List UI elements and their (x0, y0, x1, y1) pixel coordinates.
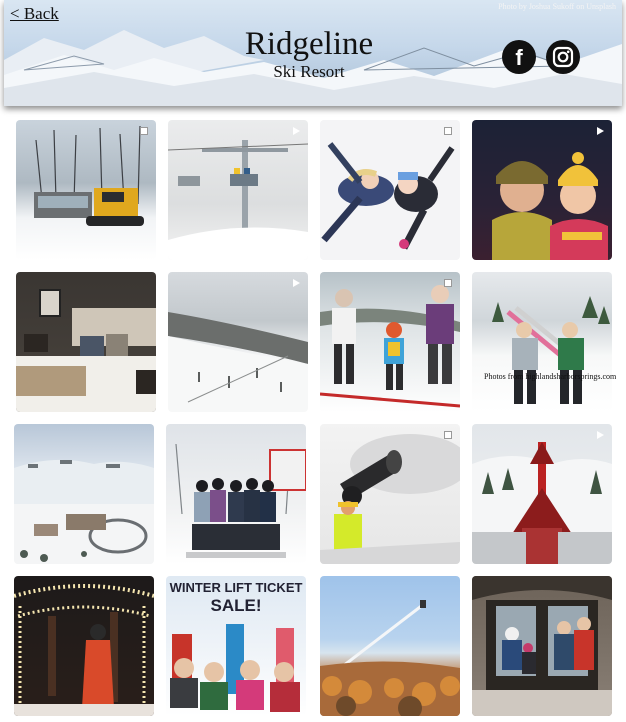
header-banner: < Back Photo by Joshua Sukoff on Unsplas… (4, 0, 622, 106)
snow-angels-photo (321, 142, 455, 250)
gallery-tile-ski-slope[interactable] (168, 272, 308, 412)
ski-slope-photo (168, 312, 308, 412)
instagram-icon (552, 46, 574, 68)
multi-photo-icon (444, 431, 452, 439)
video-icon (597, 127, 604, 135)
gallery-tile-snow-angels[interactable] (320, 120, 460, 260)
gallery-tile-snowcat[interactable] (16, 120, 156, 260)
back-link[interactable]: < Back (10, 4, 59, 24)
snowcat-photo (34, 125, 144, 226)
gallery-tile-chairlift[interactable] (168, 120, 308, 260)
gallery-tile-night-kids[interactable] (472, 120, 612, 260)
gallery-tile-snow-gun[interactable] (320, 424, 460, 564)
group-snowboard-photo (175, 443, 306, 558)
video-icon (293, 279, 300, 287)
facebook-button[interactable]: f (502, 40, 536, 74)
two-skiers-photo (492, 296, 610, 404)
chapel-photo (472, 442, 612, 564)
gallery-tile-lift-ticket-sale[interactable]: WINTER LIFT TICKET SALE! (166, 576, 306, 716)
snow-gun-photo (320, 434, 460, 564)
resort-aerial-photo (14, 459, 154, 564)
hotel-room-photo (16, 289, 156, 412)
multi-photo-icon (444, 279, 452, 287)
photo-credit: Photo by Joshua Sukoff on Unsplash (498, 2, 616, 11)
gallery-tile-resort-aerial[interactable] (14, 424, 154, 564)
lights-walk-photo (14, 584, 154, 716)
night-kids-photo (492, 152, 608, 260)
gallery-tile-two-skiers[interactable] (472, 272, 612, 412)
svg-text:f: f (515, 45, 523, 70)
gallery-tile-hotel-room[interactable] (16, 272, 156, 412)
facebook-icon: f (515, 45, 523, 70)
gallery-tile-lights-walk[interactable] (14, 576, 154, 716)
autumn-snowmaking-photo (320, 600, 460, 716)
video-icon (597, 431, 604, 439)
multi-photo-icon (444, 127, 452, 135)
gallery-tile-group-snowboard[interactable] (166, 424, 306, 564)
video-icon (293, 127, 300, 135)
gallery-tile-family-skiing[interactable] (320, 272, 460, 412)
photos-credit: Photos from highlandsharborsprings.com (484, 372, 617, 381)
instagram-button[interactable] (546, 40, 580, 74)
lodge-entrance-photo (472, 576, 612, 716)
photo-gallery: Photos from highlandsharborsprings.com W… (0, 114, 626, 722)
multi-photo-icon (140, 127, 148, 135)
lift-ticket-sale-photo (170, 624, 300, 712)
gallery-tile-lodge-entrance[interactable] (472, 576, 612, 716)
gallery-tile-chapel[interactable] (472, 424, 612, 564)
chairlift-photo (168, 140, 308, 260)
family-skiing-photo (320, 285, 460, 408)
gallery-tile-autumn-snowmaking[interactable] (320, 576, 460, 716)
